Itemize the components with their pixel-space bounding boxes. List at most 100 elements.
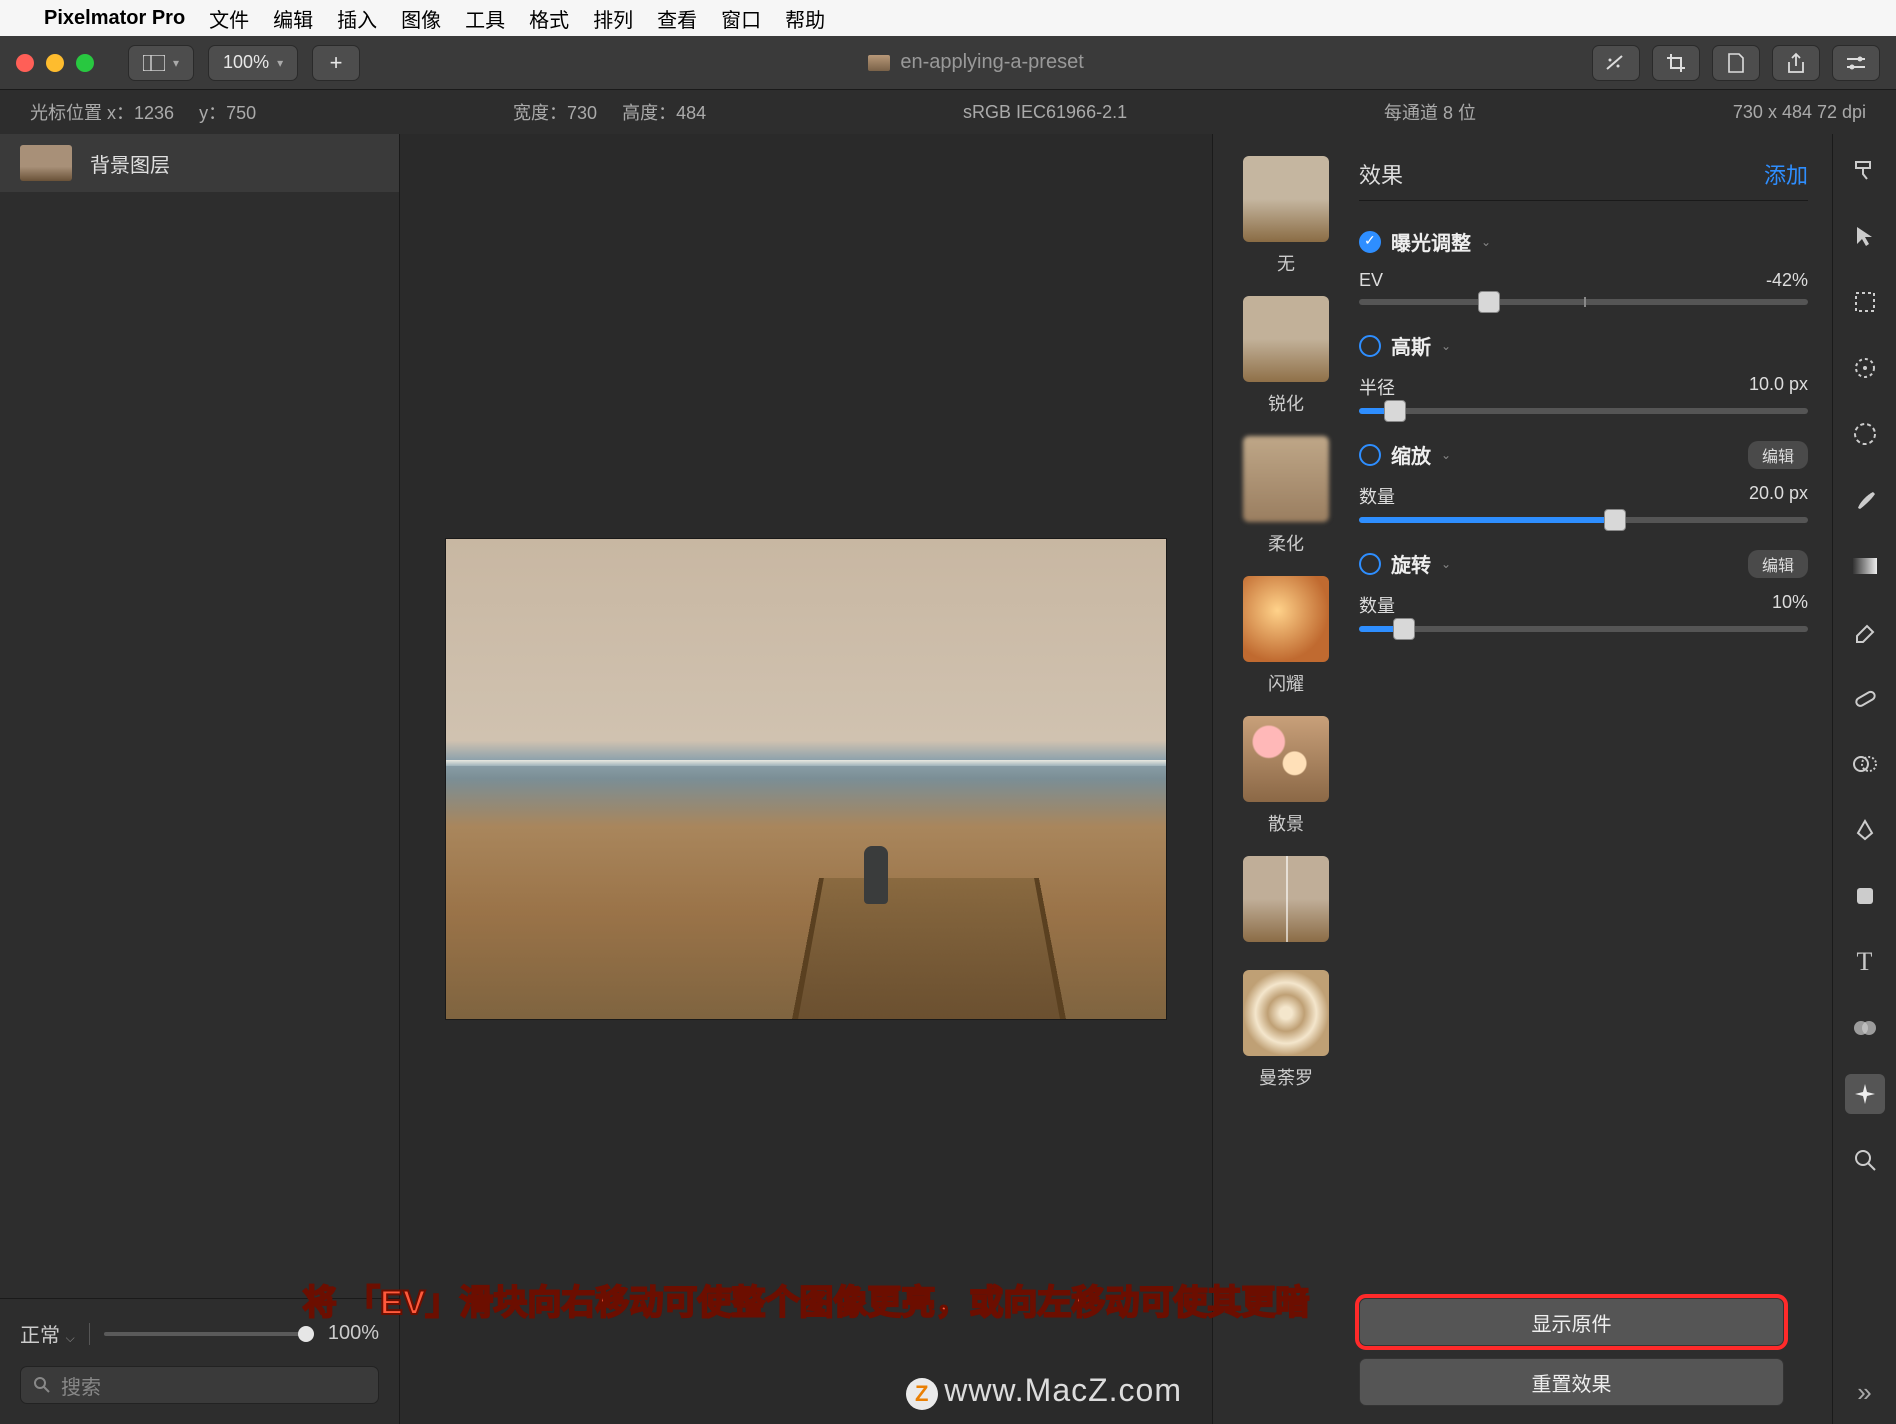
checkbox-unchecked-icon[interactable] [1359,335,1381,357]
preset-soften[interactable]: 柔化 [1231,436,1341,556]
checkbox-unchecked-icon[interactable] [1359,553,1381,575]
effect-header[interactable]: 高斯 ⌄ [1359,331,1808,360]
effects-panel: 无 锐化 柔化 闪耀 散景 曼荼罗 效果 添加 曝光调整 ⌄ [1212,134,1832,1424]
repair-tool[interactable] [1845,678,1885,718]
paint-tool[interactable] [1845,480,1885,520]
sidebar-icon [143,55,165,71]
ev-slider[interactable] [1359,299,1808,305]
menu-file[interactable]: 文件 [209,4,249,33]
macos-menubar: Pixelmator Pro 文件 编辑 插入 图像 工具 格式 排列 查看 窗… [0,0,1896,36]
opacity-slider[interactable] [104,1332,314,1336]
preset-column: 无 锐化 柔化 闪耀 散景 曼荼罗 [1213,134,1341,1424]
arrange-tool[interactable] [1845,216,1885,256]
preset-thumb-icon [1243,856,1329,942]
share-button[interactable] [1772,45,1820,81]
sidebar-toggle-button[interactable]: ▾ [128,45,194,81]
erase-tool[interactable] [1845,612,1885,652]
more-tools-button[interactable]: » [1857,1377,1871,1408]
paint-roller-icon [1852,157,1878,183]
updown-icon: ⌵ [66,1331,75,1345]
add-effect-button[interactable]: 添加 [1764,158,1808,190]
rect-select-tool[interactable] [1845,282,1885,322]
amount-slider[interactable] [1359,626,1808,632]
menu-format[interactable]: 格式 [529,4,569,33]
cursor-label: 光标位置 x： [30,103,134,123]
pen-tool[interactable] [1845,810,1885,850]
param-value: 10% [1772,592,1808,618]
layer-search-input[interactable]: 搜索 [20,1366,379,1404]
preset-bokeh[interactable]: 散景 [1231,716,1341,836]
preset-button[interactable] [1712,45,1760,81]
preset-label: 无 [1277,254,1295,274]
overlap-circles-icon [1853,1018,1877,1038]
style-tool[interactable] [1845,150,1885,190]
width-label: 宽度： [513,103,567,123]
crop-button[interactable] [1652,45,1700,81]
zoom-tool[interactable] [1845,1140,1885,1180]
show-original-button[interactable]: 显示原件 [1359,1298,1784,1346]
effect-header[interactable]: 缩放 ⌄ 编辑 [1359,440,1808,469]
zoom-dropdown[interactable]: 100% ▾ [208,45,298,81]
menu-view[interactable]: 查看 [657,4,697,33]
menu-image[interactable]: 图像 [401,4,441,33]
ml-enhance-button[interactable] [1592,45,1640,81]
layer-row[interactable]: 背景图层 [0,134,399,192]
button-label: 显示原件 [1532,1308,1612,1337]
effect-header[interactable]: 旋转 ⌄ 编辑 [1359,549,1808,578]
preset-thumb-icon [1243,436,1329,522]
effect-zoom: 缩放 ⌄ 编辑 数量20.0 px [1359,440,1808,523]
menu-tools[interactable]: 工具 [465,4,505,33]
effects-tool[interactable] [1845,1074,1885,1114]
menu-edit[interactable]: 编辑 [273,4,313,33]
preset-thumb-icon [1243,716,1329,802]
radius-slider[interactable] [1359,408,1808,414]
preset-thumb-icon [1243,970,1329,1056]
watermark: Zwww.MacZ.com [906,1372,1182,1410]
window-toolbar: ▾ 100% ▾ + en-applying-a-preset [0,36,1896,90]
color-adjust-tool[interactable] [1845,414,1885,454]
slider-knob-icon [298,1326,314,1342]
preset-label: 散景 [1268,814,1304,834]
edit-button[interactable]: 编辑 [1748,550,1808,578]
preset-none[interactable]: 无 [1231,156,1341,276]
clone-tool[interactable] [1845,744,1885,784]
menu-arrange[interactable]: 排列 [593,4,633,33]
edit-button[interactable]: 编辑 [1748,441,1808,469]
amount-slider[interactable] [1359,517,1808,523]
cursor-y-label: y： [199,103,226,123]
watermark-badge-icon: Z [906,1378,938,1410]
checkbox-unchecked-icon[interactable] [1359,444,1381,466]
canvas-area[interactable]: 将 「EV」滑块向右移动可使整个图像更亮，或向左移动可使其更暗 Zwww.Mac… [400,134,1212,1424]
inspector-toggle-button[interactable] [1832,45,1880,81]
layer-name: 背景图层 [90,149,170,178]
document-title: en-applying-a-preset [900,51,1083,74]
add-button[interactable]: + [312,45,360,81]
checkbox-checked-icon[interactable] [1359,231,1381,253]
menu-insert[interactable]: 插入 [337,4,377,33]
marquee-icon [1853,290,1877,314]
shape-tool[interactable] [1845,876,1885,916]
color-picker-tool[interactable] [1845,1008,1885,1048]
close-window-button[interactable] [16,54,34,72]
slider-knob-icon [1393,618,1415,640]
app-name[interactable]: Pixelmator Pro [44,7,185,30]
param-value: -42% [1766,270,1808,291]
quick-select-tool[interactable] [1845,348,1885,388]
blend-mode-dropdown[interactable]: 正常 ⌵ [20,1319,75,1348]
gradient-tool[interactable] [1845,546,1885,586]
effect-header[interactable]: 曝光调整 ⌄ [1359,227,1808,256]
effects-title: 效果 [1359,158,1403,190]
preset-sharpen[interactable]: 锐化 [1231,296,1341,416]
menu-help[interactable]: 帮助 [785,4,825,33]
menu-window[interactable]: 窗口 [721,4,761,33]
effect-name: 高斯 [1391,331,1431,360]
chevron-down-icon: ⌄ [1481,235,1491,249]
canvas-dimensions: 宽度：730 高度：484 [513,99,706,125]
preset-mandala[interactable]: 曼荼罗 [1231,970,1341,1090]
preset-6[interactable] [1231,856,1341,950]
preset-sparkle[interactable]: 闪耀 [1231,576,1341,696]
reset-effects-button[interactable]: 重置效果 [1359,1358,1784,1406]
minimize-window-button[interactable] [46,54,64,72]
type-tool[interactable]: T [1845,942,1885,982]
fullscreen-window-button[interactable] [76,54,94,72]
